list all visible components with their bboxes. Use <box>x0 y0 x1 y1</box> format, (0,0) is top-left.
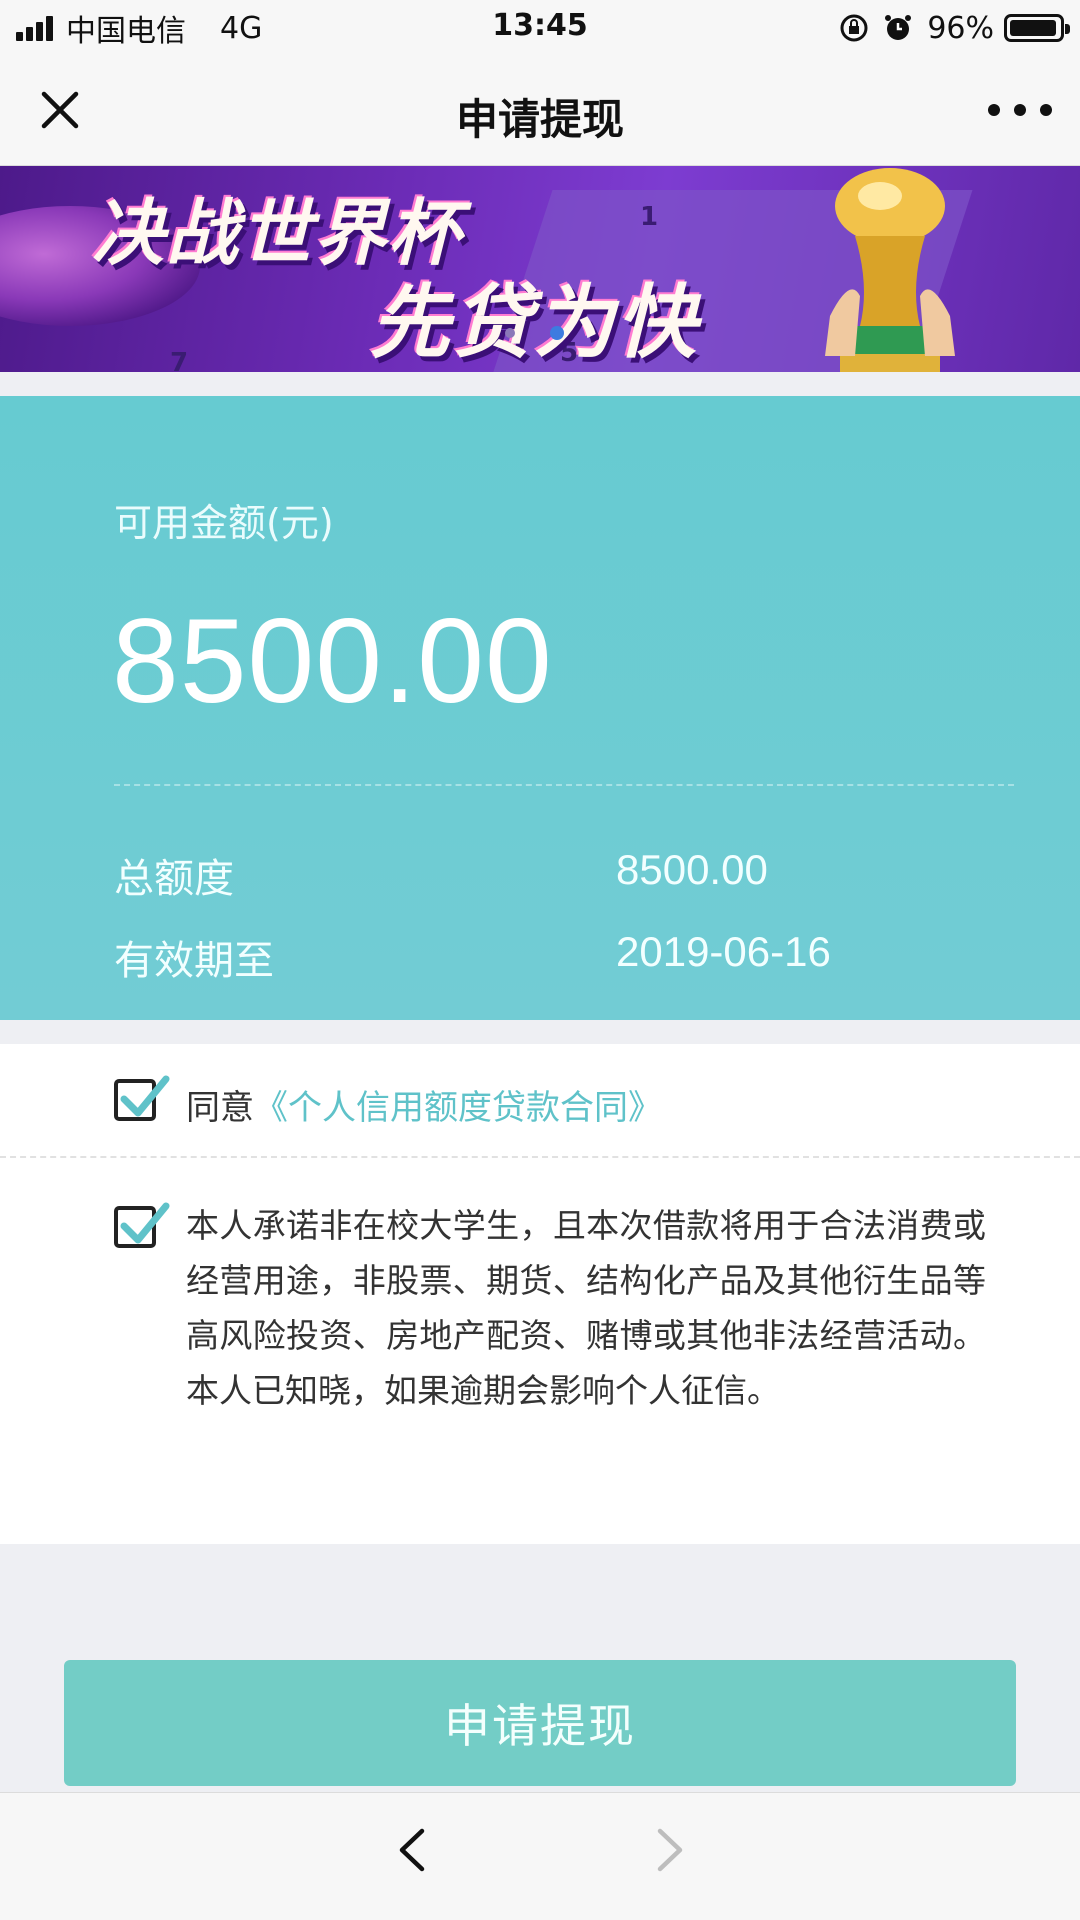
browser-bottom-bar <box>0 1792 1080 1920</box>
more-icon[interactable] <box>988 92 1052 128</box>
alarm-icon <box>885 15 912 40</box>
contract-agree-text: 同意《个人信用额度贷款合同》 <box>186 1080 662 1129</box>
nav-bar: 申请提现 <box>0 54 1080 166</box>
expiry-value: 2019-06-16 <box>616 928 831 975</box>
agreement-divider <box>0 1156 1080 1158</box>
banner-number: 7 <box>170 348 189 372</box>
battery-percent: 96% <box>927 10 994 46</box>
balance-card: 可用金额(元) 8500.00 总额度 8500.00 有效期至 2019-06… <box>0 396 1080 1020</box>
contract-link[interactable]: 《个人信用额度贷款合同》 <box>254 1088 662 1128</box>
card-divider <box>114 784 1014 786</box>
available-amount-label: 可用金额(元) <box>114 501 334 545</box>
checkmark-icon <box>120 1075 170 1117</box>
total-limit-value: 8500.00 <box>616 846 768 893</box>
banner-number: 1 <box>640 202 659 232</box>
available-amount-value: 8500.00 <box>112 594 553 728</box>
checkmark-icon <box>120 1202 170 1244</box>
contract-agree-prefix: 同意 <box>186 1088 254 1128</box>
expiry-label: 有效期至 <box>114 938 274 984</box>
status-right: 96% <box>839 8 1070 48</box>
total-limit-label: 总额度 <box>114 856 234 902</box>
carousel-dot[interactable] <box>505 328 515 338</box>
page-title: 申请提现 <box>455 95 624 144</box>
trophy-icon <box>825 168 955 372</box>
carousel-dot-active[interactable] <box>550 326 564 340</box>
agreement-panel: 同意《个人信用额度贷款合同》 本人承诺非在校大学生，且本次借款将用于合法消费或经… <box>0 1044 1080 1544</box>
banner-subline: 先贷为快 <box>370 276 698 369</box>
commitment-checkbox[interactable] <box>114 1202 170 1248</box>
commitment-text: 本人承诺非在校大学生，且本次借款将用于合法消费或经营用途，非股票、期货、结构化产… <box>186 1206 986 1410</box>
battery-icon <box>1004 14 1070 42</box>
chevron-right-icon[interactable] <box>650 1825 690 1875</box>
status-bar: 中国电信 4G 13:45 96% <box>0 0 1080 54</box>
battery-fill <box>1010 20 1056 36</box>
apply-withdraw-button[interactable]: 申请提现 <box>64 1660 1016 1786</box>
chevron-left-icon[interactable] <box>392 1825 432 1875</box>
rotation-lock-icon <box>840 14 868 42</box>
promo-banner[interactable]: 1 5 7 决战世界杯 先贷为快 <box>0 166 1080 372</box>
contract-agree-checkbox[interactable] <box>114 1075 170 1121</box>
